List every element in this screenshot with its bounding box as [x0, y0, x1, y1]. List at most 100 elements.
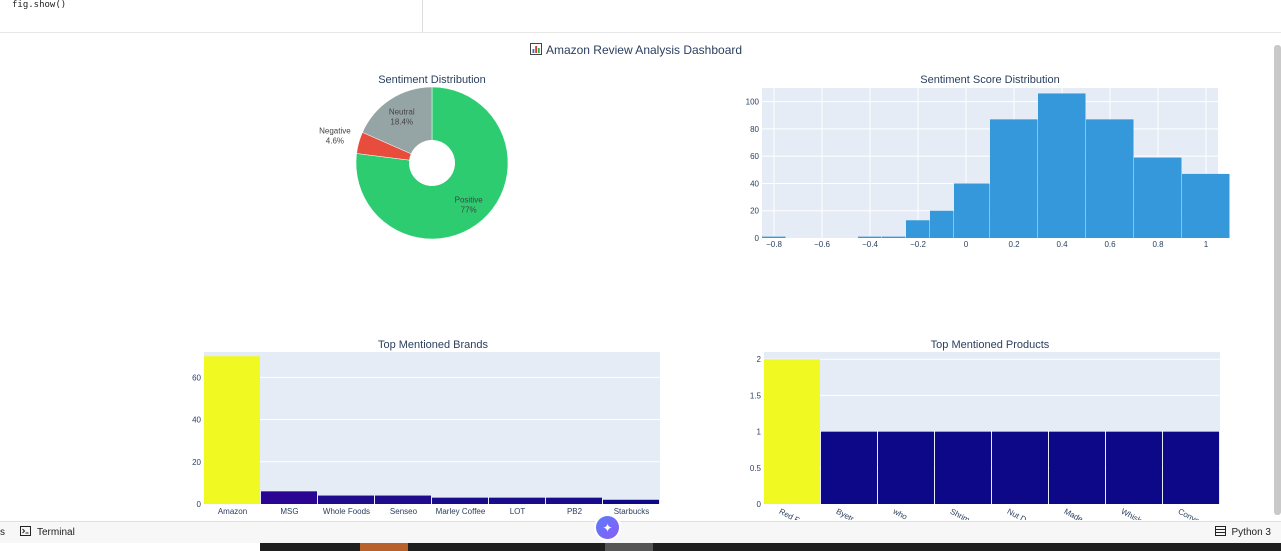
pie-percent-negative: 4.6%: [326, 137, 344, 146]
y-tick-label: 2: [757, 355, 762, 364]
histogram-bar: [930, 210, 954, 238]
histogram-bar: [1086, 119, 1134, 238]
bar: [318, 495, 374, 504]
histogram-bar: [1182, 173, 1230, 238]
x-tick-label: −0.6: [814, 240, 830, 249]
x-tick-label: Byetr: [835, 507, 856, 520]
taskbar-app-gray[interactable]: [605, 543, 653, 551]
bar: [821, 431, 877, 504]
x-tick-label: MSG: [280, 507, 298, 516]
y-tick-label: 100: [746, 98, 760, 107]
y-tick-label: 20: [192, 458, 201, 467]
x-tick-label: −0.4: [862, 240, 878, 249]
dashboard-title-text: Amazon Review Analysis Dashboard: [545, 43, 743, 57]
x-tick-label: Senseo: [390, 507, 418, 516]
y-tick-label: 0: [757, 500, 762, 509]
taskbar: [0, 543, 1281, 551]
kernel-label: Python 3: [1231, 527, 1271, 538]
terminal-button[interactable]: Terminal: [20, 526, 75, 539]
x-tick-label: LOT: [510, 507, 526, 516]
x-tick-label: Made: [1063, 507, 1085, 520]
histogram-bar: [858, 236, 882, 238]
bar: [1163, 431, 1219, 504]
taskbar-app-orange[interactable]: [360, 543, 408, 551]
pie-percent-positive: 77%: [461, 206, 477, 215]
histogram-title: Sentiment Score Distribution: [920, 74, 1060, 86]
pie-label-negative: Negative: [319, 127, 351, 136]
sentiment-score-histogram: 0 20 40 60 80 100 −0.8 −0.6 −0.4 −0.2 0 0.2 0.4 0.6 0.…: [746, 88, 1230, 249]
y-tick-label: 60: [192, 373, 201, 382]
pie-chart-title: Sentiment Distribution: [378, 74, 486, 86]
terminal-icon: [20, 526, 31, 539]
y-tick-label: 1.5: [750, 391, 762, 400]
x-tick-label: Shrim: [949, 507, 972, 520]
bar: [992, 431, 1048, 504]
sentiment-pie-chart: Positive77% Negative4.6% Neutral18.4%: [319, 86, 509, 240]
bar: [204, 356, 260, 504]
y-tick-label: 80: [750, 125, 759, 134]
x-tick-label: −0.8: [766, 240, 782, 249]
x-tick-label: 0.6: [1104, 240, 1116, 249]
code-line: fig.show(): [12, 0, 67, 10]
histogram-bar: [1038, 93, 1086, 238]
y-tick-label: 40: [192, 416, 201, 425]
x-tick-label: 0.2: [1008, 240, 1020, 249]
dashboard-title: Amazon Review Analysis Dashboard: [0, 43, 1272, 58]
scrollbar[interactable]: [1274, 45, 1281, 515]
x-tick-label: −0.2: [910, 240, 926, 249]
histogram-bar: [882, 236, 906, 238]
x-tick-label: Whole Foods: [323, 507, 370, 516]
status-bar: s Terminal Python 3: [0, 521, 1281, 544]
bar: [261, 491, 317, 504]
bar-chart-icon: [529, 43, 542, 58]
x-tick-label: Nut D: [1006, 507, 1028, 520]
pie-label-positive: Positive: [455, 196, 484, 205]
x-tick-label: Marley Coffee: [436, 507, 486, 516]
top-products-chart: 0 0.5 1 1.5 2 Red F Byetr who Shrim Nut D Made Whis…: [750, 352, 1220, 520]
y-tick-label: 60: [750, 152, 759, 161]
y-tick-label: 0.5: [750, 464, 762, 473]
x-tick-label: 0: [964, 240, 969, 249]
bar: [935, 431, 991, 504]
x-tick-label: who: [891, 506, 910, 520]
kernel-selector[interactable]: Python 3: [1214, 526, 1271, 539]
histogram-bar: [762, 236, 786, 238]
x-tick-label: Starbucks: [614, 507, 650, 516]
x-tick-label: Whisk: [1120, 507, 1144, 520]
bar: [375, 495, 431, 504]
bar: [432, 497, 488, 504]
sparkle-icon[interactable]: ✦: [596, 516, 619, 539]
x-tick-label: Conve: [1177, 507, 1202, 520]
status-left-fragment: s: [0, 527, 5, 538]
histogram-bar: [1134, 157, 1182, 238]
histogram-bar: [954, 183, 990, 238]
kernel-icon: [1214, 526, 1226, 539]
x-tick-label: 1: [1204, 240, 1209, 249]
y-tick-label: 20: [750, 207, 759, 216]
x-tick-label: Amazon: [218, 507, 247, 516]
pie-percent-neutral: 18.4%: [390, 118, 413, 127]
x-tick-label: 0.4: [1056, 240, 1068, 249]
bar: [489, 497, 545, 504]
terminal-label: Terminal: [37, 527, 75, 538]
x-tick-label: PB2: [567, 507, 583, 516]
y-tick-label: 0: [755, 234, 760, 243]
bar: [603, 499, 659, 504]
cell-divider: [422, 0, 423, 32]
bar: [546, 497, 602, 504]
bar: [878, 431, 934, 504]
top-brands-chart: 0 20 40 60 Amazon MSG Whole Foods Senseo Marley …: [192, 352, 660, 516]
pie-label-neutral: Neutral: [389, 108, 415, 117]
x-tick-label: Red F: [778, 507, 802, 520]
x-tick-label: 0.8: [1152, 240, 1164, 249]
code-cell[interactable]: fig.show(): [0, 0, 1281, 33]
plot-area: [204, 352, 660, 504]
bar: [1049, 431, 1105, 504]
bar: [764, 359, 820, 504]
y-tick-label: 0: [197, 500, 202, 509]
taskbar-strip: [260, 543, 1281, 551]
y-tick-label: 40: [750, 179, 759, 188]
y-tick-label: 1: [757, 428, 762, 437]
histogram-bar: [906, 220, 930, 238]
bar: [1106, 431, 1162, 504]
